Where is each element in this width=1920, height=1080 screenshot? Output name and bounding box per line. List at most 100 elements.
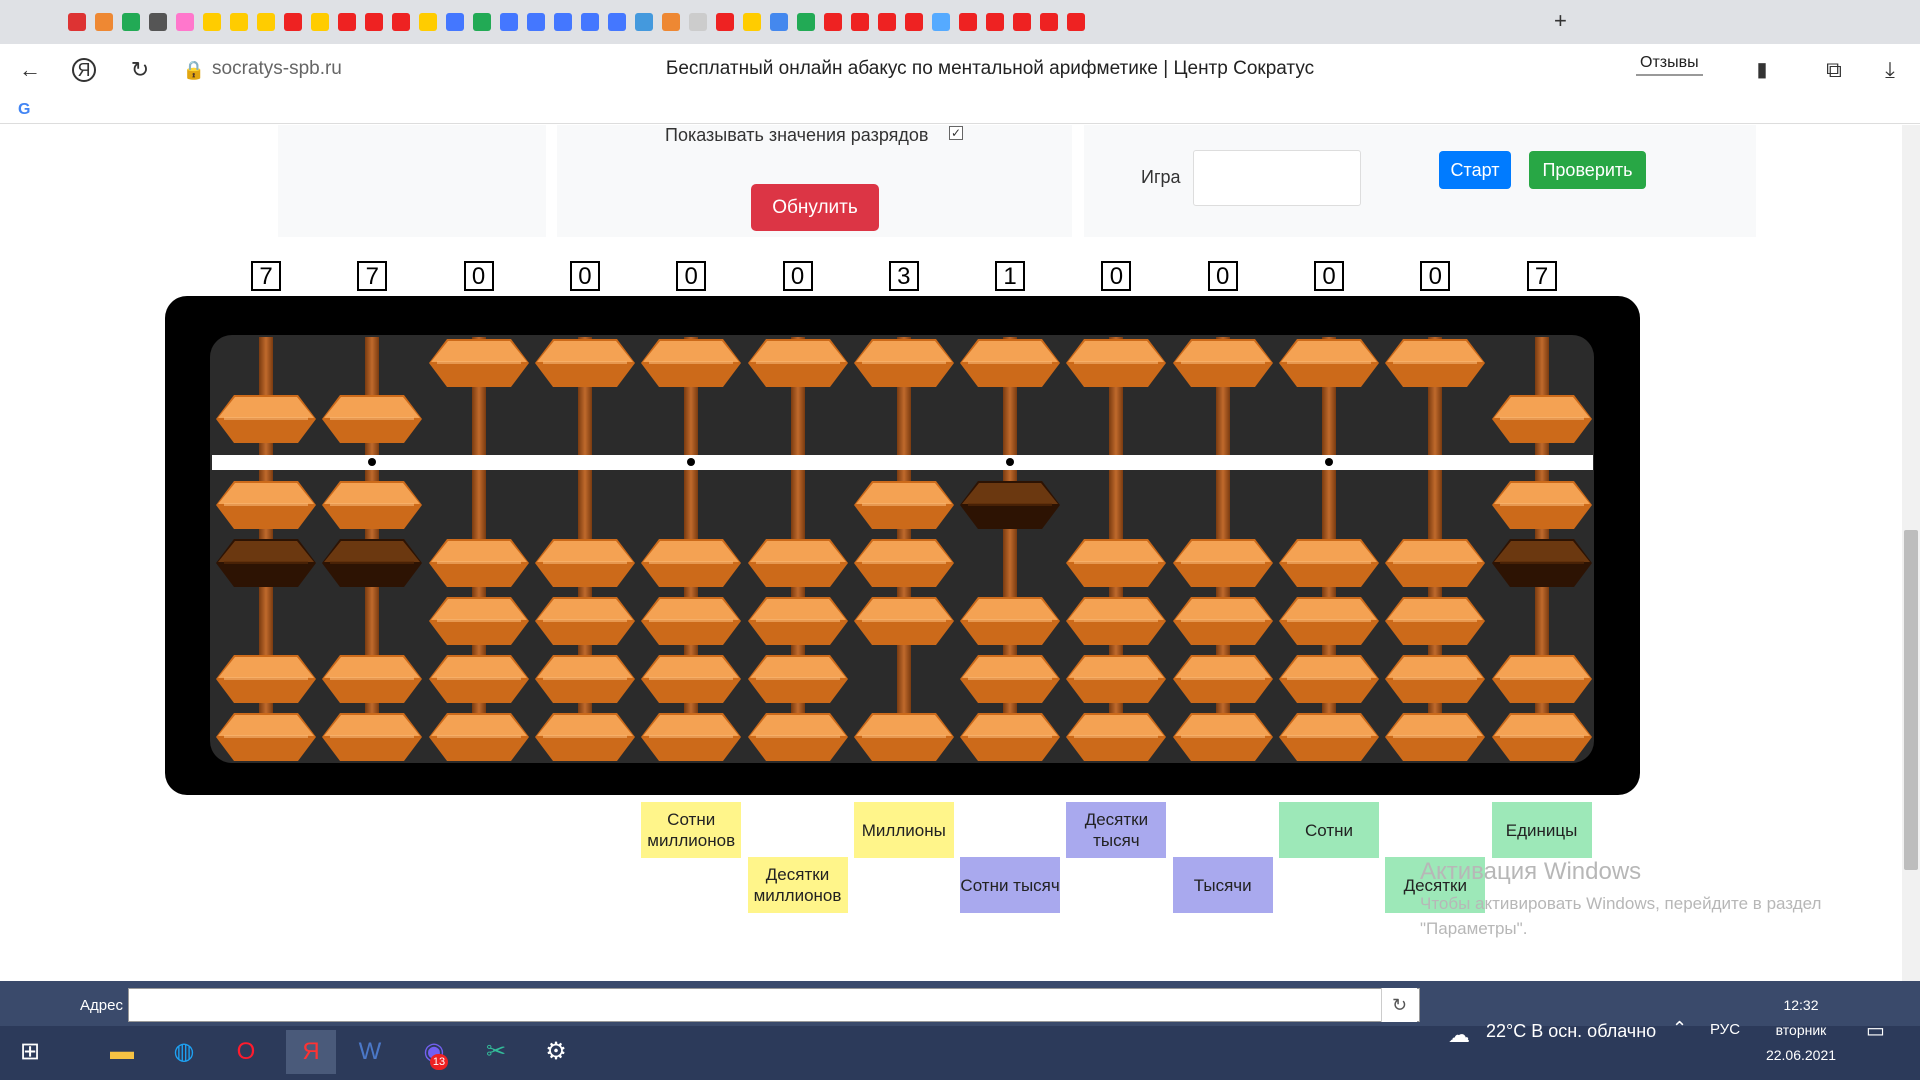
- earth-bead[interactable]: [1491, 709, 1592, 765]
- url-text[interactable]: socratys-spb.ru: [212, 58, 342, 80]
- earth-bead[interactable]: [853, 535, 954, 591]
- earth-bead[interactable]: [1385, 709, 1486, 765]
- tab-favicon-icon[interactable]: [68, 13, 86, 31]
- heaven-bead[interactable]: [216, 391, 316, 447]
- yandex-browser-icon[interactable]: Я: [286, 1030, 336, 1074]
- tab-favicon-icon[interactable]: [149, 13, 167, 31]
- earth-bead[interactable]: [322, 535, 423, 591]
- snipping-tool-icon[interactable]: ✂: [476, 1030, 516, 1074]
- earth-bead[interactable]: [1385, 651, 1486, 707]
- earth-bead[interactable]: [1385, 593, 1486, 649]
- earth-bead[interactable]: [1491, 535, 1592, 591]
- heaven-bead[interactable]: [1279, 335, 1379, 391]
- heaven-bead[interactable]: [322, 391, 423, 447]
- earth-bead[interactable]: [1491, 651, 1592, 707]
- tab-favicon-icon[interactable]: [608, 13, 626, 31]
- file-explorer-icon[interactable]: ▬: [102, 1030, 142, 1074]
- tab-favicon-icon[interactable]: [230, 13, 248, 31]
- clock[interactable]: 12:32 вторник 22.06.2021: [1756, 993, 1846, 1068]
- earth-bead[interactable]: [853, 593, 954, 649]
- game-input[interactable]: [1193, 150, 1361, 206]
- earth-bead[interactable]: [960, 477, 1061, 533]
- earth-bead[interactable]: [1066, 651, 1167, 707]
- tab-favicon-icon[interactable]: [797, 13, 815, 31]
- earth-bead[interactable]: [428, 593, 529, 649]
- earth-bead[interactable]: [1385, 535, 1486, 591]
- windows-start-icon[interactable]: ⊞: [10, 1030, 50, 1074]
- earth-bead[interactable]: [216, 477, 316, 533]
- tab-favicon-icon[interactable]: [176, 13, 194, 31]
- earth-bead[interactable]: [853, 477, 954, 533]
- language-indicator[interactable]: РУС: [1710, 1021, 1740, 1038]
- earth-bead[interactable]: [428, 709, 529, 765]
- earth-bead[interactable]: [1066, 709, 1167, 765]
- earth-bead[interactable]: [216, 709, 316, 765]
- tab-favicon-icon[interactable]: [581, 13, 599, 31]
- tab-favicon-icon[interactable]: [716, 13, 734, 31]
- heaven-bead[interactable]: [1491, 391, 1592, 447]
- heaven-bead[interactable]: [747, 335, 848, 391]
- address-input[interactable]: [128, 988, 1420, 1022]
- tab-favicon-icon[interactable]: [284, 13, 302, 31]
- earth-bead[interactable]: [1066, 535, 1167, 591]
- tab-favicon-icon[interactable]: [986, 13, 1004, 31]
- earth-bead[interactable]: [747, 709, 848, 765]
- earth-bead[interactable]: [641, 651, 742, 707]
- earth-bead[interactable]: [641, 535, 742, 591]
- heaven-bead[interactable]: [1385, 335, 1486, 391]
- earth-bead[interactable]: [216, 535, 316, 591]
- earth-bead[interactable]: [1279, 651, 1379, 707]
- tab-favicon-icon[interactable]: [959, 13, 977, 31]
- earth-bead[interactable]: [322, 477, 423, 533]
- tab-favicon-icon[interactable]: [662, 13, 680, 31]
- tab-favicon-icon[interactable]: [824, 13, 842, 31]
- heaven-bead[interactable]: [641, 335, 742, 391]
- earth-bead[interactable]: [960, 593, 1061, 649]
- tab-favicon-icon[interactable]: [905, 13, 923, 31]
- earth-bead[interactable]: [960, 709, 1061, 765]
- reload-icon[interactable]: ↻: [126, 56, 154, 84]
- reviews-button[interactable]: Отзывы: [1636, 52, 1703, 76]
- tab-favicon-icon[interactable]: [851, 13, 869, 31]
- show-values-checkbox[interactable]: ✓: [949, 126, 963, 140]
- start-button[interactable]: Старт: [1439, 151, 1511, 189]
- earth-bead[interactable]: [1172, 535, 1273, 591]
- check-button[interactable]: Проверить: [1529, 151, 1646, 189]
- earth-bead[interactable]: [747, 651, 848, 707]
- earth-bead[interactable]: [1172, 709, 1273, 765]
- edge-icon[interactable]: ◍: [164, 1030, 204, 1074]
- tab-favicon-icon[interactable]: [311, 13, 329, 31]
- earth-bead[interactable]: [1279, 535, 1379, 591]
- tab-favicon-icon[interactable]: [203, 13, 221, 31]
- earth-bead[interactable]: [534, 709, 635, 765]
- earth-bead[interactable]: [534, 651, 635, 707]
- tab-favicon-icon[interactable]: [527, 13, 545, 31]
- heaven-bead[interactable]: [534, 335, 635, 391]
- scrollbar-thumb[interactable]: [1904, 530, 1918, 870]
- reset-button[interactable]: Обнулить: [751, 184, 879, 231]
- tab-favicon-icon[interactable]: [689, 13, 707, 31]
- weather-icon[interactable]: ☁: [1448, 1022, 1470, 1048]
- opera-icon[interactable]: O: [226, 1030, 266, 1074]
- heaven-bead[interactable]: [1066, 335, 1167, 391]
- tab-favicon-icon[interactable]: [770, 13, 788, 31]
- earth-bead[interactable]: [1491, 477, 1592, 533]
- heaven-bead[interactable]: [1172, 335, 1273, 391]
- earth-bead[interactable]: [1172, 593, 1273, 649]
- tab-favicon-icon[interactable]: [1040, 13, 1058, 31]
- tab-favicon-icon[interactable]: [932, 13, 950, 31]
- earth-bead[interactable]: [960, 651, 1061, 707]
- lock-icon[interactable]: 🔒: [180, 56, 208, 84]
- word-icon[interactable]: W: [350, 1030, 390, 1074]
- tab-favicon-icon[interactable]: [338, 13, 356, 31]
- earth-bead[interactable]: [747, 535, 848, 591]
- tab-favicon-icon[interactable]: [1013, 13, 1031, 31]
- earth-bead[interactable]: [853, 709, 954, 765]
- collections-icon[interactable]: ⧉: [1820, 56, 1848, 84]
- weather-text[interactable]: 22°C В осн. облачно: [1486, 1021, 1656, 1042]
- tab-favicon-icon[interactable]: [1067, 13, 1085, 31]
- heaven-bead[interactable]: [428, 335, 529, 391]
- tab-favicon-icon[interactable]: [554, 13, 572, 31]
- address-refresh-icon[interactable]: ↻: [1381, 988, 1417, 1022]
- earth-bead[interactable]: [1066, 593, 1167, 649]
